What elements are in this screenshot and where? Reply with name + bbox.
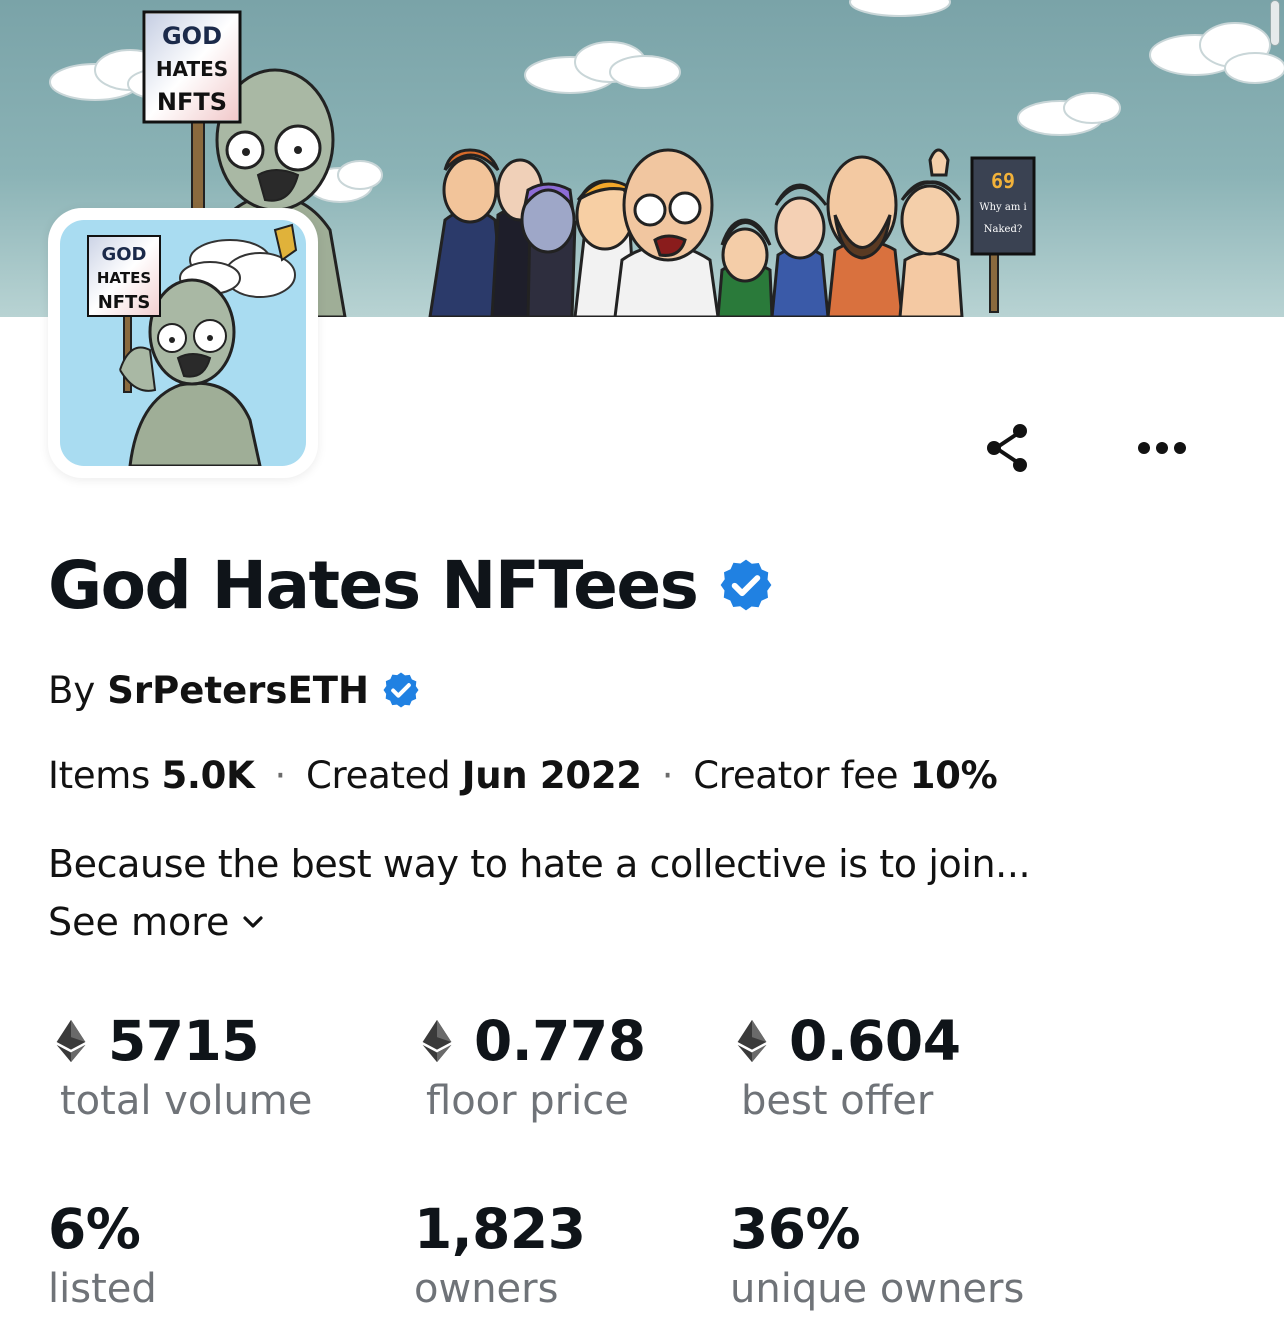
ethereum-icon — [422, 1019, 452, 1063]
stat-listed: 6% listed — [48, 1194, 157, 1312]
collection-title: God Hates NFTees — [48, 546, 699, 624]
stat-value: 5715 — [108, 1009, 260, 1073]
stat-label: listed — [48, 1266, 157, 1312]
stat-total-volume: 5715 total volume — [54, 1006, 312, 1124]
stat-value: 0.778 — [474, 1009, 646, 1073]
items-label: Items — [48, 754, 151, 797]
creator-link[interactable]: SrPetersETH — [107, 669, 369, 712]
scrollbar-thumb[interactable] — [1270, 0, 1280, 46]
stat-best-offer: 0.604 best offer — [735, 1006, 961, 1124]
collection-title-row: God Hates NFTees — [48, 545, 775, 625]
banner-sign-left: GOD HATES NFTS — [142, 10, 242, 124]
chevron-down-icon — [243, 916, 263, 928]
stat-value: 36% — [730, 1197, 861, 1261]
avatar-sign: GOD HATES NFTS — [87, 235, 161, 317]
avatar-illustration: GOD HATES NFTS — [87, 223, 298, 466]
svg-text:GOD: GOD — [162, 22, 222, 50]
stat-owners: 1,823 owners — [414, 1194, 586, 1312]
svg-text:Why am i: Why am i — [979, 202, 1026, 213]
more-options-button[interactable] — [1130, 420, 1194, 476]
collection-meta: Items 5.0K · Created Jun 2022 · Creator fee … — [48, 754, 998, 797]
stat-label: floor price — [426, 1078, 629, 1124]
stat-label: unique owners — [730, 1266, 1025, 1312]
svg-text:GOD: GOD — [101, 244, 146, 265]
more-horizontal-icon — [1138, 442, 1186, 454]
created-label: Created — [305, 754, 451, 797]
svg-text:69: 69 — [991, 169, 1015, 193]
share-icon — [987, 424, 1027, 472]
banner-sign-right: 69 Why am i Naked? — [970, 156, 1036, 313]
created-value: Jun 2022 — [461, 754, 642, 797]
svg-text:HATES: HATES — [97, 269, 151, 287]
stat-unique-owners: 36% unique owners — [730, 1194, 1024, 1312]
items-value: 5.0K — [161, 754, 255, 797]
creator-row: By SrPetersETH — [48, 664, 421, 716]
creator-fee-value: 10% — [909, 754, 998, 797]
by-label: By — [48, 668, 96, 712]
svg-text:NFTS: NFTS — [98, 292, 151, 313]
share-button[interactable] — [976, 416, 1040, 480]
banner-crowd — [428, 148, 964, 317]
verified-badge-icon — [721, 559, 772, 611]
stat-label: total volume — [60, 1078, 313, 1124]
meta-separator: · — [661, 754, 674, 797]
stat-value: 0.604 — [789, 1009, 961, 1073]
svg-text:Naked?: Naked? — [984, 224, 1022, 235]
ethereum-icon — [737, 1019, 767, 1063]
stat-floor-price: 0.778 floor price — [420, 1006, 646, 1124]
meta-separator: · — [274, 754, 287, 797]
see-more-label: See more — [48, 900, 230, 944]
stat-value: 1,823 — [414, 1197, 586, 1261]
stat-label: owners — [414, 1266, 559, 1312]
svg-text:NFTS: NFTS — [157, 88, 227, 116]
creator-fee-label: Creator fee — [693, 754, 899, 797]
ethereum-icon — [56, 1019, 86, 1063]
stat-label: best offer — [741, 1078, 934, 1124]
creator-verified-badge-icon — [383, 672, 419, 708]
collection-avatar: GOD HATES NFTS — [60, 220, 306, 466]
collection-avatar-frame: GOD HATES NFTS — [48, 208, 318, 478]
see-more-button[interactable]: See more — [48, 900, 265, 944]
stat-value: 6% — [48, 1197, 141, 1261]
collection-description: Because the best way to hate a collectiv… — [48, 842, 1031, 886]
svg-text:HATES: HATES — [156, 57, 228, 81]
